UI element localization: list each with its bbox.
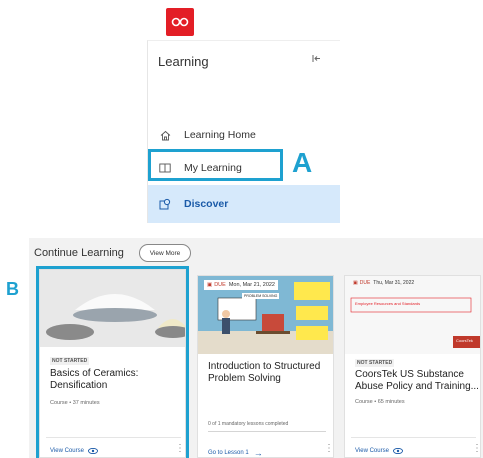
annotation-label-a: A (292, 147, 313, 178)
progress-text: 0 of 1 mandatory lessons completed (208, 421, 289, 427)
thumbnail-banner: PROBLEM SOLVING (242, 293, 280, 299)
discover-icon (158, 198, 172, 210)
progress-bar (208, 431, 326, 432)
nav-item-discover[interactable]: Discover (148, 185, 340, 223)
eye-icon (392, 448, 403, 454)
annotation-label-b: B (6, 279, 19, 299)
highlight-box-a (148, 149, 283, 181)
due-badge: ▣ DUE Mon, Mar 21, 2022 (204, 280, 278, 290)
due-label: DUE (214, 282, 226, 288)
calendar-icon: ▣ (353, 280, 358, 286)
due-label: DUE (359, 280, 371, 286)
due-date: Mon, Mar 21, 2022 (228, 282, 275, 288)
go-to-lesson-link[interactable]: Go to Lesson 1 → (208, 448, 263, 458)
view-course-link[interactable]: View Course (355, 448, 403, 454)
course-title: Introduction to Structured Problem Solvi… (208, 361, 321, 384)
brand-logo[interactable] (166, 8, 194, 36)
home-icon (158, 130, 172, 141)
nav-item-label: Learning Home (184, 129, 256, 141)
due-date: Thu, Mar 31, 2022 (373, 280, 415, 286)
collapse-panel-icon[interactable] (312, 54, 321, 66)
highlight-box-b (36, 266, 189, 458)
course-meta: Course • 65 minutes (355, 399, 405, 405)
due-badge: ▣ DUE Thu, Mar 31, 2022 (353, 280, 414, 286)
more-options-icon[interactable]: ⋮ (472, 443, 482, 454)
course-card-problem-solving[interactable]: ▣ DUE Mon, Mar 21, 2022 PROBLEM SOLVING … (197, 275, 334, 458)
thumbnail-brand: CoorsTek (456, 338, 473, 343)
panel-title: Learning (158, 54, 209, 69)
learning-panel: Learning Learning Home My Learning Disco… (147, 40, 340, 223)
calendar-icon: ▣ (207, 282, 213, 288)
action-label: View Course (355, 448, 389, 454)
course-title: CoorsTek US Substance Abuse Policy and T… (355, 369, 479, 392)
nav-item-label: Discover (184, 198, 229, 210)
course-card-substance-abuse[interactable]: ▣ DUE Thu, Mar 31, 2022 Employee Resourc… (344, 275, 482, 458)
card-divider (351, 437, 476, 438)
more-options-icon[interactable]: ⋮ (324, 443, 334, 454)
nav-item-learning-home[interactable]: Learning Home (148, 121, 340, 149)
status-badge: NOT STARTED (355, 359, 395, 367)
view-more-button[interactable]: View More (139, 244, 191, 262)
thumbnail-caption: Employee Resources and Standards (355, 301, 421, 306)
infinity-icon (171, 17, 189, 27)
section-title: Continue Learning (34, 247, 124, 259)
action-label: Go to Lesson 1 (208, 450, 249, 456)
arrow-right-icon: → (253, 448, 263, 458)
